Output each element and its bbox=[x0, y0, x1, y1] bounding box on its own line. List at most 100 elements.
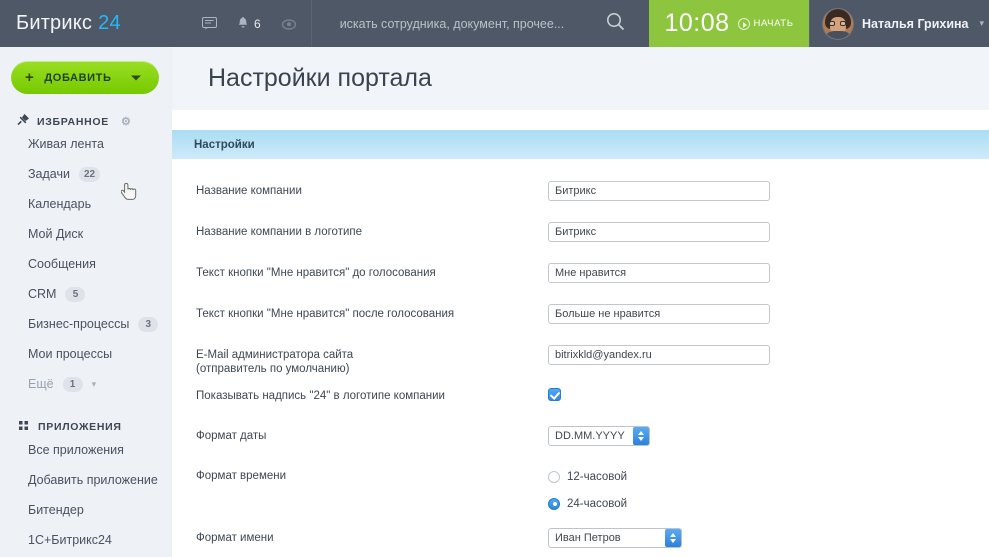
sidebar-item-my-processes[interactable]: Мои процессы bbox=[0, 339, 172, 369]
sidebar-item-messages[interactable]: Сообщения bbox=[0, 249, 172, 279]
field-label: Показывать надпись "24" в логотипе компа… bbox=[196, 390, 445, 402]
worktime-timer[interactable]: 10:08 НАЧАТЬ bbox=[649, 0, 809, 47]
sidebar-item-my-drive[interactable]: Мой Диск bbox=[0, 219, 172, 249]
plus-icon: + bbox=[25, 69, 35, 86]
sidebar: + ДОБАВИТЬ ИЗБРАННОЕ ⚙ Живая лента Задач… bbox=[0, 47, 172, 557]
field-label: Формат имени bbox=[196, 532, 274, 544]
sidebar-item-label: Мой Диск bbox=[28, 227, 84, 241]
sidebar-item-label: Живая лента bbox=[28, 137, 104, 151]
sidebar-item-add-app[interactable]: Добавить приложение bbox=[0, 465, 172, 495]
top-bar: Битрикс 24 6 10:08 НАЧАТ bbox=[0, 0, 989, 47]
sidebar-item-crm[interactable]: CRM 5 bbox=[0, 279, 172, 309]
user-name: Наталья Грихина bbox=[862, 16, 969, 31]
sidebar-item-count: 3 bbox=[138, 316, 159, 332]
date-format-value: DD.MM.YYYY bbox=[555, 430, 625, 442]
add-button-label: ДОБАВИТЬ bbox=[44, 71, 112, 84]
brand-logo[interactable]: Битрикс 24 bbox=[0, 0, 172, 47]
brand-name: Битрикс bbox=[16, 12, 93, 34]
field-label: Название компании bbox=[196, 185, 302, 197]
notifications-count: 6 bbox=[254, 16, 261, 31]
add-button[interactable]: + ДОБАВИТЬ bbox=[11, 61, 159, 94]
sidebar-item-more[interactable]: Ещё 1 ▾ bbox=[0, 369, 172, 399]
name-format-value: Иван Петров bbox=[555, 532, 621, 544]
sidebar-item-label: CRM bbox=[28, 287, 57, 301]
like-before-input[interactable] bbox=[548, 263, 770, 283]
tab-settings[interactable]: Настройки bbox=[172, 130, 989, 159]
sidebar-item-label: Битендер bbox=[28, 503, 84, 517]
field-show-24: Показывать надпись "24" в логотипе компа… bbox=[172, 386, 989, 415]
search-icon[interactable] bbox=[606, 12, 625, 36]
brand-suffix: 24 bbox=[98, 12, 121, 34]
logo-company-name-input[interactable] bbox=[548, 222, 770, 242]
sidebar-item-tasks[interactable]: Задачи 22 bbox=[0, 159, 172, 189]
field-name-format: Формат имени Иван Петров bbox=[172, 528, 989, 557]
field-label: Название компании в логотипе bbox=[196, 226, 363, 238]
sidebar-item-label: Календарь bbox=[28, 197, 92, 211]
top-icon-group: 6 bbox=[172, 0, 311, 47]
start-work-label: НАЧАТЬ bbox=[753, 18, 794, 29]
field-company-name: Название компании bbox=[172, 181, 989, 210]
time-format-option-24h[interactable]: 24-часовой bbox=[548, 493, 989, 514]
sidebar-item-label: 1С+Битрикс24 bbox=[28, 533, 112, 547]
sidebar-item-live-feed[interactable]: Живая лента bbox=[0, 129, 172, 159]
user-menu[interactable]: Наталья Грихина ▾ bbox=[809, 0, 989, 47]
settings-form: Название компании Название компании в ло… bbox=[172, 159, 989, 557]
field-label: Текст кнопки "Мне нравится" после голосо… bbox=[196, 308, 455, 320]
field-logo-company-name: Название компании в логотипе bbox=[172, 222, 989, 251]
sidebar-item-label: Ещё bbox=[28, 377, 54, 391]
field-time-format: Формат времени 12-часовой 24-часовой bbox=[172, 466, 989, 514]
radio-24h[interactable] bbox=[548, 497, 560, 510]
sidebar-item-1c-bitrix24[interactable]: 1С+Битрикс24 bbox=[0, 525, 172, 555]
field-label-line2: (отправитель по умолчанию) bbox=[196, 363, 350, 375]
sidebar-item-count: 5 bbox=[65, 286, 86, 302]
sidebar-section-apps: ПРИЛОЖЕНИЯ bbox=[0, 399, 172, 435]
admin-email-input[interactable] bbox=[548, 345, 770, 365]
play-icon bbox=[737, 17, 750, 30]
radio-24h-label: 24-часовой bbox=[567, 497, 628, 510]
global-search[interactable] bbox=[310, 0, 649, 47]
sidebar-item-all-apps[interactable]: Все приложения bbox=[0, 435, 172, 465]
sidebar-item-label: Мои процессы bbox=[28, 347, 113, 361]
sidebar-item-calendar[interactable]: Календарь bbox=[0, 189, 172, 219]
stepper-icon[interactable] bbox=[632, 427, 649, 445]
sidebar-section-favorites: ИЗБРАННОЕ ⚙ bbox=[0, 94, 172, 129]
sidebar-item-count: 1 bbox=[62, 376, 83, 392]
gear-icon[interactable]: ⚙ bbox=[121, 115, 132, 128]
field-label: E-Mail администратора сайта (отправитель… bbox=[196, 345, 548, 376]
field-label: Формат даты bbox=[196, 430, 267, 442]
field-admin-email: E-Mail администратора сайта (отправитель… bbox=[172, 345, 989, 376]
bell-icon[interactable]: 6 bbox=[237, 16, 261, 31]
chevron-down-icon[interactable]: ▾ bbox=[980, 18, 985, 29]
date-format-select[interactable]: DD.MM.YYYY bbox=[548, 426, 650, 446]
app-window: Битрикс 24 6 10:08 НАЧАТ bbox=[0, 0, 989, 557]
field-label: Текст кнопки "Мне нравится" до голосован… bbox=[196, 267, 436, 279]
chevron-down-icon[interactable] bbox=[131, 75, 141, 80]
message-icon[interactable] bbox=[202, 17, 217, 30]
main-content: Настройки портала Настройки Название ком… bbox=[172, 47, 989, 557]
sidebar-item-count: 22 bbox=[78, 166, 101, 182]
stepper-icon[interactable] bbox=[665, 529, 681, 547]
show-24-checkbox[interactable] bbox=[548, 388, 561, 402]
avatar[interactable] bbox=[823, 8, 853, 39]
company-name-input[interactable] bbox=[548, 181, 770, 201]
cloud-icon[interactable] bbox=[281, 18, 297, 30]
like-after-input[interactable] bbox=[548, 304, 770, 324]
search-input[interactable] bbox=[337, 15, 639, 32]
sidebar-item-bitender[interactable]: Битендер bbox=[0, 495, 172, 525]
sidebar-item-label: Бизнес-процессы bbox=[28, 317, 130, 331]
field-like-before: Текст кнопки "Мне нравится" до голосован… bbox=[172, 263, 989, 292]
name-format-select[interactable]: Иван Петров bbox=[548, 528, 682, 548]
time-format-option-12h[interactable]: 12-часовой bbox=[548, 466, 989, 487]
page-title: Настройки портала bbox=[208, 64, 432, 92]
sidebar-item-business-processes[interactable]: Бизнес-процессы 3 bbox=[0, 309, 172, 339]
sidebar-item-label: Добавить приложение bbox=[28, 473, 158, 487]
sidebar-item-label: Задачи bbox=[28, 167, 70, 181]
start-work-button[interactable]: НАЧАТЬ bbox=[737, 17, 794, 30]
field-like-after: Текст кнопки "Мне нравится" после голосо… bbox=[172, 304, 989, 333]
radio-12h[interactable] bbox=[548, 470, 560, 483]
tab-label: Настройки bbox=[194, 138, 255, 151]
chevron-down-icon[interactable]: ▾ bbox=[92, 379, 97, 390]
clock-display: 10:08 bbox=[664, 9, 730, 37]
sidebar-item-label: Сообщения bbox=[28, 257, 96, 271]
field-label-line1: E-Mail администратора сайта bbox=[196, 349, 354, 361]
